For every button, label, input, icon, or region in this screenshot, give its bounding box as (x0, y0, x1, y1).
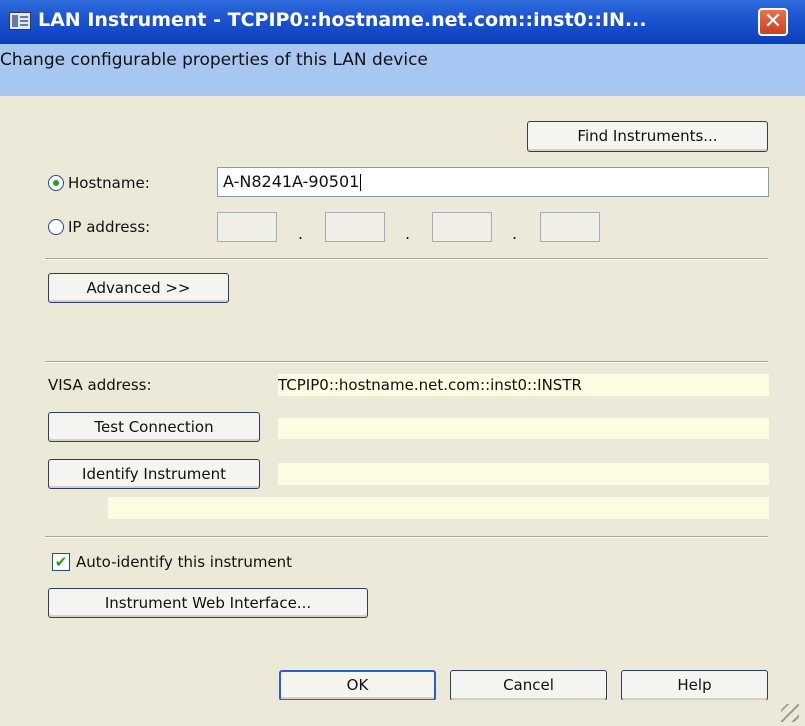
text-cursor (360, 174, 362, 191)
ip-separator: . (298, 224, 304, 243)
ip-separator: . (512, 224, 518, 243)
hostname-radio[interactable] (48, 175, 64, 191)
ok-button[interactable]: OK (279, 670, 436, 701)
window-title: LAN Instrument - TCPIP0::hostname.net.co… (38, 9, 647, 31)
hostname-label: Hostname: (68, 174, 150, 192)
divider (45, 536, 768, 538)
window-bottom-edge (0, 700, 805, 726)
divider (45, 361, 768, 363)
ip-separator: . (405, 224, 411, 243)
visa-address-label: VISA address: (48, 376, 152, 394)
auto-identify-checkbox[interactable]: ✔ (52, 553, 70, 571)
find-instruments-button[interactable]: Find Instruments... (527, 121, 768, 152)
ip-octet-1[interactable] (217, 212, 277, 242)
divider (45, 258, 768, 260)
web-interface-button[interactable]: Instrument Web Interface... (48, 588, 368, 618)
close-icon: ✕ (763, 9, 783, 34)
resize-grip-icon[interactable] (781, 704, 799, 722)
app-icon (9, 12, 31, 30)
ip-address-radio[interactable] (48, 219, 64, 235)
visa-address-value: TCPIP0::hostname.net.com::inst0::INSTR (278, 376, 582, 394)
description-text: Change configurable properties of this L… (0, 50, 428, 70)
ip-octet-3[interactable] (432, 212, 492, 242)
auto-identify-label[interactable]: Auto-identify this instrument (76, 553, 292, 571)
description-banner: Change configurable properties of this L… (0, 44, 805, 96)
close-button[interactable]: ✕ (758, 8, 788, 36)
lan-instrument-dialog: LAN Instrument - TCPIP0::hostname.net.co… (0, 0, 805, 726)
visa-address-field: TCPIP0::hostname.net.com::inst0::INSTR (278, 374, 769, 396)
hostname-input[interactable]: A-N8241A-90501 (217, 167, 769, 197)
ip-octet-2[interactable] (325, 212, 385, 242)
identify-result-line-2 (108, 497, 769, 519)
identify-result-line-1 (278, 463, 769, 485)
title-bar[interactable]: LAN Instrument - TCPIP0::hostname.net.co… (0, 0, 805, 44)
checkmark-icon: ✔ (54, 553, 68, 571)
ip-address-label: IP address: (68, 218, 151, 236)
hostname-value: A-N8241A-90501 (223, 172, 360, 191)
test-connection-button[interactable]: Test Connection (48, 412, 260, 442)
ip-octet-4[interactable] (540, 212, 600, 242)
help-button[interactable]: Help (621, 670, 768, 701)
test-connection-result (278, 418, 769, 439)
cancel-button[interactable]: Cancel (450, 670, 607, 701)
advanced-button[interactable]: Advanced >> (48, 273, 229, 303)
identify-instrument-button[interactable]: Identify Instrument (48, 459, 260, 489)
